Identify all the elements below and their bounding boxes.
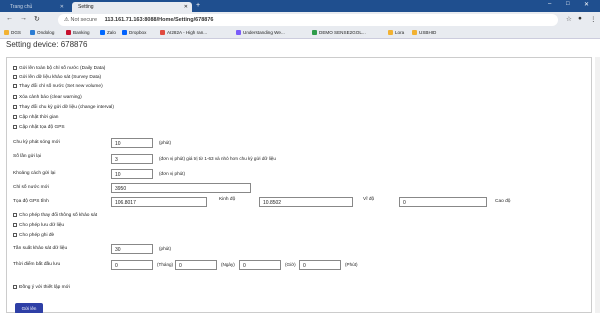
retry-count-hint: (đơn vị phút) giá trị từ 1-63 và nhỏ hơn… xyxy=(159,156,276,161)
page-icon xyxy=(312,30,317,35)
security-status: Not secure xyxy=(70,17,98,23)
dropbox-icon xyxy=(122,30,127,35)
address-bar-row: ← → ↻ ⚠ Not secure 113.161.71.163:8088/H… xyxy=(0,12,600,28)
bookmark-item[interactable]: Lora xyxy=(388,30,404,35)
folder-icon xyxy=(388,30,393,35)
forward-icon[interactable]: → xyxy=(20,15,27,22)
gps-label: Tọa độ GPS tĩnh xyxy=(13,199,49,204)
bookmark-item[interactable]: DGS xyxy=(4,30,21,35)
settings-form: Gửi lên toàn bộ chỉ số nước (Daily Data)… xyxy=(6,57,592,313)
interval-input[interactable]: 10 xyxy=(111,138,153,148)
day-unit: (Ngày) xyxy=(221,262,235,267)
tab-label: Setting xyxy=(78,4,94,10)
longitude-input[interactable]: 10.8502 xyxy=(259,197,353,207)
retry-interval-unit: (đơn vị phút) xyxy=(159,171,185,176)
minute-input[interactable]: 0 xyxy=(299,260,341,270)
longitude-label: Kinh độ xyxy=(219,197,236,202)
submit-button[interactable]: Gửi lên xyxy=(15,303,43,313)
tab-label: Trang chủ xyxy=(10,4,33,10)
bookmark-item[interactable]: Dropbox xyxy=(122,30,146,35)
browser-tab-bar: Trang chủ ✕ Setting ✕ + – □ ✕ xyxy=(0,0,600,12)
bookmark-item[interactable]: Ondolog xyxy=(30,30,54,35)
checkbox-agree[interactable]: Đồng ý với thiết lập mới xyxy=(13,285,70,290)
checkbox-clear-warning[interactable]: Xóa cảnh báo (clear warning) xyxy=(13,95,82,100)
checkbox-box[interactable] xyxy=(13,115,17,119)
menu-icon[interactable]: ⋮ xyxy=(590,15,597,23)
folder-icon xyxy=(412,30,417,35)
page-title: Setting device: 678876 xyxy=(6,40,88,49)
bookmark-item[interactable]: Understanding We... xyxy=(236,30,285,35)
minimize-button[interactable]: – xyxy=(548,1,551,7)
survey-frequency-input[interactable]: 30 xyxy=(111,244,153,254)
gps-longitude-input[interactable]: 106.8017 xyxy=(111,197,207,207)
star-icon[interactable]: ☆ xyxy=(566,15,572,23)
checkbox-update-time[interactable]: Cập nhật thời gian xyxy=(13,115,58,120)
checkbox-box[interactable] xyxy=(13,66,17,70)
checkbox-box[interactable] xyxy=(13,105,17,109)
new-volume-label: Chỉ số nước mới xyxy=(13,185,49,190)
checkbox-box[interactable] xyxy=(13,213,17,217)
checkbox-allow-survey-change[interactable]: Cho phép thay đổi thông số khảo sát xyxy=(13,213,97,218)
page-scrollbar[interactable] xyxy=(595,57,600,313)
minute-unit: (Phút) xyxy=(345,262,358,267)
checkbox-daily-data[interactable]: Gửi lên toàn bộ chỉ số nước (Daily Data) xyxy=(13,66,105,71)
close-icon[interactable]: ✕ xyxy=(60,4,64,10)
close-window-button[interactable]: ✕ xyxy=(584,1,589,8)
checkbox-allow-overwrite[interactable]: Cho phép ghi đè xyxy=(13,233,54,238)
bookmark-item[interactable]: DEMO SENSE2GOL... xyxy=(312,30,366,35)
hour-unit: (Giờ) xyxy=(285,262,296,267)
bookmark-item[interactable]: Zalo xyxy=(100,30,116,35)
bookmark-item[interactable]: USBHID xyxy=(412,30,436,35)
folder-icon xyxy=(4,30,9,35)
maximize-button[interactable]: □ xyxy=(566,1,570,7)
checkbox-box[interactable] xyxy=(13,84,17,88)
survey-frequency-label: Tần suất khảo sát dữ liệu xyxy=(13,246,68,251)
start-time-label: Thời điểm bắt đầu lưu xyxy=(13,262,61,267)
url-field[interactable]: ⚠ Not secure 113.161.71.163:8088/Home/Se… xyxy=(58,14,558,26)
month-input[interactable]: 0 xyxy=(111,260,153,270)
retry-count-input[interactable]: 3 xyxy=(111,154,153,164)
latitude-label: Vĩ độ xyxy=(363,197,375,202)
hour-input[interactable]: 0 xyxy=(239,260,281,270)
bookmarks-bar: DGS Ondolog Banking Zalo Dropbox AI282A … xyxy=(0,28,600,39)
zalo-icon xyxy=(100,30,105,35)
checkbox-box[interactable] xyxy=(13,285,17,289)
day-input[interactable]: 0 xyxy=(175,260,217,270)
new-tab-button[interactable]: + xyxy=(196,2,200,9)
bank-icon xyxy=(66,30,71,35)
close-icon[interactable]: ✕ xyxy=(184,4,188,10)
page-icon xyxy=(160,30,165,35)
retry-interval-label: Khoảng cách gửi lại xyxy=(13,171,56,176)
checkbox-box[interactable] xyxy=(13,95,17,99)
checkbox-set-new-volume[interactable]: Thay đổi chỉ số nước (Set new volume) xyxy=(13,84,103,89)
bookmark-item[interactable]: AI282A - High ran... xyxy=(160,30,207,35)
profile-icon[interactable]: ● xyxy=(578,15,582,22)
checkbox-box[interactable] xyxy=(13,223,17,227)
new-volume-input[interactable]: 3950 xyxy=(111,183,251,193)
checkbox-change-interval[interactable]: Thay đổi chu kỳ gửi dữ liệu (change inte… xyxy=(13,105,114,110)
checkbox-box[interactable] xyxy=(13,233,17,237)
retry-count-label: Số lần gửi lại xyxy=(13,154,42,159)
reload-icon[interactable]: ↻ xyxy=(34,15,40,23)
survey-frequency-unit: (phút) xyxy=(159,246,172,251)
checkbox-update-gps[interactable]: Cập nhật tọa độ GPS xyxy=(13,125,65,130)
warning-icon: ⚠ xyxy=(64,17,69,23)
altitude-label: Cao độ xyxy=(495,199,511,204)
tab-setting[interactable]: Setting ✕ xyxy=(72,2,192,12)
page-icon xyxy=(236,30,241,35)
retry-interval-input[interactable]: 10 xyxy=(111,169,153,179)
interval-label: Chu kỳ phát sóng mới xyxy=(13,140,60,145)
checkbox-box[interactable] xyxy=(13,125,17,129)
checkbox-allow-save[interactable]: Cho phép lưu dữ liệu xyxy=(13,223,64,228)
tab-trang-chu[interactable]: Trang chủ ✕ xyxy=(4,2,68,12)
latitude-input[interactable]: 0 xyxy=(399,197,487,207)
month-unit: (Tháng) xyxy=(157,262,174,267)
checkbox-box[interactable] xyxy=(13,75,17,79)
checkbox-survey-data[interactable]: Gửi lên dữ liệu khảo sát (Survey Data) xyxy=(13,75,101,80)
bookmark-item[interactable]: Banking xyxy=(66,30,90,35)
folder-icon xyxy=(30,30,35,35)
back-icon[interactable]: ← xyxy=(6,15,13,22)
url-text: 113.161.71.163:8088/Home/Setting/678876 xyxy=(104,17,214,23)
interval-unit: (phút) xyxy=(159,140,172,145)
